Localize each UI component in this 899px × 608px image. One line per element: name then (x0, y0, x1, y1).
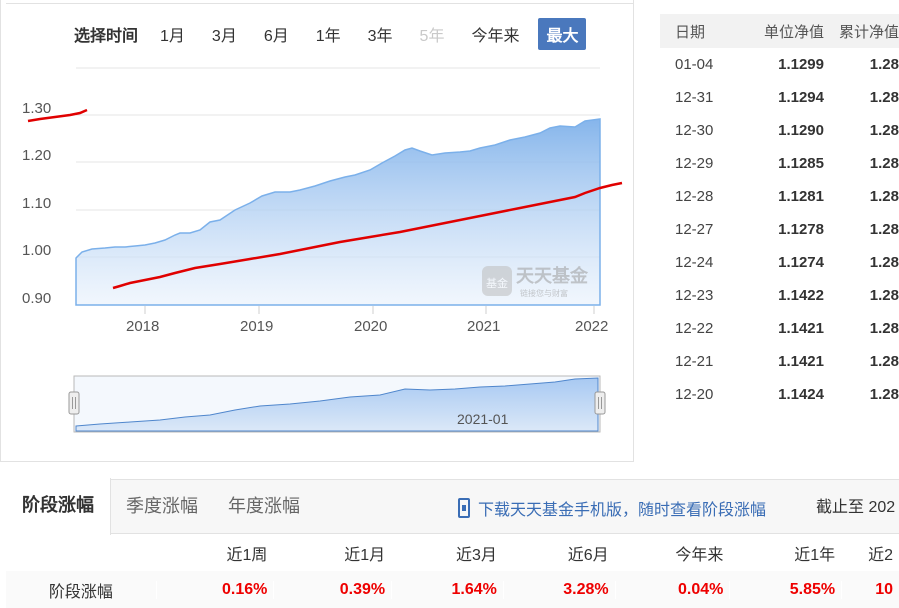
x-axis (144, 306, 595, 314)
y-tick-label: 1.00 (22, 242, 51, 259)
nav-unit-cell: 1.1424 (778, 386, 824, 403)
table-row: 01-04 1.1299 1.28 (660, 48, 899, 81)
range-navigator[interactable]: 2021-01 (68, 375, 606, 433)
navigator-left-handle[interactable] (68, 391, 80, 415)
table-row: 12-20 1.1424 1.28 (660, 378, 899, 411)
tab-quarterly-return[interactable]: 季度涨幅 (111, 479, 213, 534)
nav-date-cell: 12-30 (675, 122, 714, 139)
return-value: 1.64% (391, 580, 503, 599)
nav-unit-cell: 1.1290 (778, 122, 824, 139)
nav-unit-cell: 1.1422 (778, 287, 824, 304)
nav-date-cell: 12-28 (675, 188, 714, 205)
nav-acc-cell: 1.28 (869, 254, 899, 271)
watermark-brand: 天天基金 (516, 265, 589, 286)
table-row: 12-27 1.1278 1.28 (660, 213, 899, 246)
nav-acc-cell: 1.28 (869, 155, 899, 172)
table-row: 12-30 1.1290 1.28 (660, 114, 899, 147)
header-date: 日期 (675, 23, 706, 41)
nav-date-cell: 01-04 (675, 56, 714, 73)
tab-stage-return[interactable]: 阶段涨幅 (6, 478, 111, 535)
nav-acc-cell: 1.28 (869, 89, 899, 106)
table-row: 12-28 1.1281 1.28 (660, 180, 899, 213)
x-tick-label: 2021 (467, 318, 500, 335)
nav-acc-cell: 1.28 (869, 122, 899, 139)
navigator-date-label: 2021-01 (457, 411, 509, 427)
table-row: 12-22 1.1421 1.28 (660, 312, 899, 345)
y-tick-label: 1.20 (22, 147, 51, 164)
table-row: 12-29 1.1285 1.28 (660, 147, 899, 180)
y-tick-label: 1.30 (22, 100, 51, 117)
performance-section: 阶段涨幅 季度涨幅 年度涨幅 下载天天基金手机版，随时查看阶段涨幅 截止至 20… (6, 478, 899, 608)
nav-chart: 1.30 1.20 1.10 1.00 0.90 基金 天天基金 链接您与财富 … (22, 67, 623, 433)
nav-unit-cell: 1.1285 (778, 155, 824, 172)
nav-unit-cell: 1.1421 (778, 353, 824, 370)
return-value: 10 (841, 580, 899, 599)
table-row: 12-21 1.1421 1.28 (660, 345, 899, 378)
nav-unit-cell: 1.1294 (778, 89, 824, 106)
column-header: 近1月 (344, 546, 386, 564)
nav-acc-cell: 1.28 (869, 287, 899, 304)
row-label: 阶段涨幅 (48, 583, 113, 601)
x-tick-label: 2019 (240, 318, 273, 335)
x-tick-label: 2022 (575, 318, 608, 335)
watermark-badge: 基金 (486, 276, 508, 290)
nav-unit-cell: 1.1299 (778, 56, 824, 73)
header-acc-nav: 累计净值 (838, 23, 899, 41)
x-tick-label: 2018 (126, 318, 159, 335)
nav-date-cell: 12-29 (675, 155, 714, 172)
mobile-phone-icon (458, 497, 470, 518)
cutoff-date-label: 截止至 202 (816, 499, 896, 516)
navigator-right-handle[interactable] (594, 391, 606, 415)
table-row: 阶段涨幅 0.16% 0.39% 1.64% 3.28% 0.04% 5.85%… (6, 571, 899, 608)
nav-acc-cell: 1.28 (869, 188, 899, 205)
app-download-promo[interactable]: 下载天天基金手机版，随时查看阶段涨幅 (458, 480, 766, 535)
nav-acc-cell: 1.28 (869, 386, 899, 403)
nav-date-cell: 12-20 (675, 386, 714, 403)
nav-date-cell: 12-23 (675, 287, 714, 304)
column-header: 近3月 (455, 546, 497, 564)
return-value: 0.04% (614, 580, 730, 599)
column-header: 近6月 (567, 546, 609, 564)
performance-tabs: 阶段涨幅 季度涨幅 年度涨幅 下载天天基金手机版，随时查看阶段涨幅 截止至 20… (6, 478, 899, 535)
app-download-link[interactable]: 下载天天基金手机版，随时查看阶段涨幅 (478, 496, 766, 520)
nav-unit-cell: 1.1281 (778, 188, 824, 205)
table-row: 12-23 1.1422 1.28 (660, 279, 899, 312)
y-tick-label: 0.90 (22, 290, 51, 307)
return-value: 3.28% (502, 580, 615, 599)
nav-date-cell: 12-24 (675, 254, 714, 271)
header-unit-nav: 单位净值 (763, 23, 824, 41)
return-value: 0.16% (155, 580, 274, 599)
column-header: 近1年 (794, 546, 836, 564)
nav-table-header: 日期 单位净值 累计净值 (660, 14, 899, 48)
column-header: 近1周 (226, 546, 268, 564)
nav-acc-cell: 1.28 (869, 221, 899, 238)
nav-acc-cell: 1.28 (869, 353, 899, 370)
column-header: 今年来 (675, 546, 724, 564)
x-tick-label: 2020 (354, 318, 387, 335)
nav-acc-cell: 1.28 (869, 56, 899, 73)
column-header: 近2 (868, 546, 893, 564)
nav-unit-cell: 1.1278 (778, 221, 824, 238)
table-row: 12-31 1.1294 1.28 (660, 81, 899, 114)
performance-table-header: 近1周 近1月 近3月 近6月 今年来 近1年 近2 (6, 534, 899, 571)
nav-unit-cell: 1.1274 (778, 254, 824, 271)
nav-date-cell: 12-31 (675, 89, 714, 106)
nav-date-cell: 12-22 (675, 320, 714, 337)
nav-acc-cell: 1.28 (869, 320, 899, 337)
y-tick-label: 1.10 (22, 195, 51, 212)
nav-date-cell: 12-27 (675, 221, 714, 238)
nav-date-cell: 12-21 (675, 353, 714, 370)
return-value: 5.85% (729, 580, 841, 599)
nav-history-table: 日期 单位净值 累计净值 01-04 1.1299 1.28 12-31 1.1294 1… (660, 14, 899, 411)
watermark-slogan: 链接您与财富 (520, 288, 568, 298)
tab-annual-return[interactable]: 年度涨幅 (213, 479, 315, 534)
return-value: 0.39% (273, 580, 391, 599)
nav-unit-cell: 1.1421 (778, 320, 824, 337)
table-row: 12-24 1.1274 1.28 (660, 246, 899, 279)
